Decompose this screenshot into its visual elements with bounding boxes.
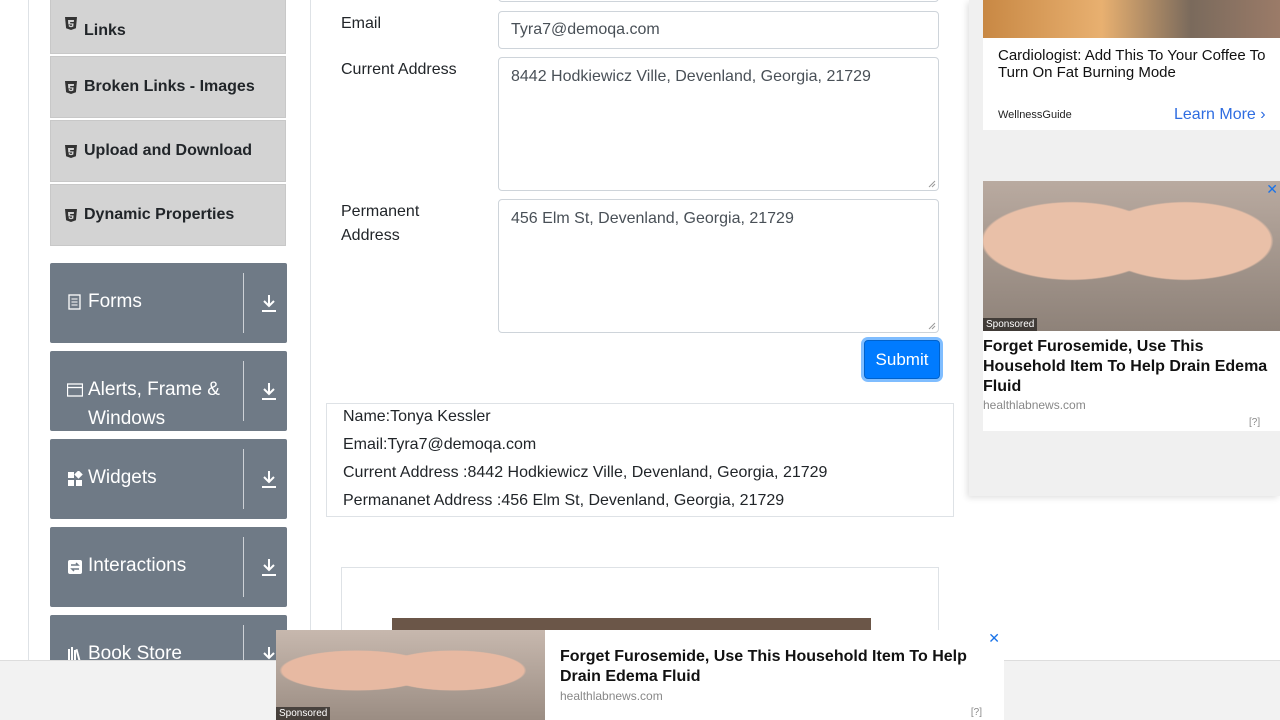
html5-icon — [65, 144, 77, 158]
current-address-label: Current Address — [341, 61, 457, 78]
current-address-value: 8442 Hodkiewicz Ville, Devenland, Georgi… — [511, 68, 871, 85]
output-email: Email:Tyra7@demoqa.com — [343, 436, 537, 453]
form-icon — [67, 294, 83, 310]
download-icon[interactable] — [260, 469, 278, 489]
html5-icon — [65, 208, 77, 222]
group-label: Widgets — [88, 467, 157, 488]
close-icon[interactable]: ✕ — [988, 630, 1000, 647]
divider — [243, 361, 244, 421]
group-interactions[interactable]: Interactions — [50, 527, 287, 607]
download-icon[interactable] — [260, 381, 278, 401]
close-icon[interactable]: ✕ — [1266, 181, 1278, 198]
download-icon[interactable] — [260, 557, 278, 577]
ad-image[interactable]: Sponsored ✕ — [983, 181, 1280, 331]
group-alerts-frame-windows[interactable]: Alerts, Frame & Windows — [50, 351, 287, 431]
group-widgets[interactable]: Widgets — [50, 439, 287, 519]
permanent-address-label-line2: Address — [341, 227, 400, 244]
submit-button[interactable]: Submit — [864, 340, 940, 379]
ad-image[interactable] — [983, 0, 1280, 38]
sponsored-tag: Sponsored — [276, 707, 331, 720]
menu-item-broken-links[interactable]: Broken Links - Images — [50, 56, 286, 118]
group-label: Interactions — [88, 555, 187, 576]
ad-source: healthlabnews.com — [983, 398, 1086, 412]
output-name: Name:Tonya Kessler — [343, 408, 491, 425]
interactions-icon — [67, 559, 83, 575]
ad-source: WellnessGuide — [998, 109, 1072, 121]
ad-help-link[interactable]: [?] — [971, 707, 982, 718]
ad-source: healthlabnews.com — [560, 689, 663, 703]
output-current-address: Current Address :8442 Hodkiewicz Ville, … — [343, 464, 828, 481]
widgets-icon — [67, 470, 83, 487]
ad-help-link[interactable]: [?] — [1249, 417, 1260, 428]
bottom-ad[interactable]: Sponsored Forget Furosemide, Use This Ho… — [276, 630, 1004, 720]
download-icon[interactable] — [260, 293, 278, 313]
html5-icon — [65, 80, 77, 94]
group-forms[interactable]: Forms — [50, 263, 287, 343]
divider — [243, 273, 244, 333]
group-label: Forms — [88, 291, 142, 312]
ad-title[interactable]: Forget Furosemide, Use This Household It… — [560, 647, 980, 687]
current-address-field[interactable]: 8442 Hodkiewicz Ville, Devenland, Georgi… — [498, 57, 939, 191]
name-field-edge[interactable] — [498, 0, 939, 2]
menu-item-links[interactable]: Links — [50, 0, 286, 54]
menu-item-label: Upload and Download — [84, 142, 252, 159]
ad-title[interactable]: Cardiologist: Add This To Your Coffee To… — [998, 47, 1273, 81]
divider — [243, 537, 244, 597]
email-label: Email — [341, 15, 382, 32]
ad-title[interactable]: Forget Furosemide, Use This Household It… — [983, 337, 1278, 397]
permanent-address-label: Permanent Address — [341, 200, 419, 248]
ad-card-top[interactable]: Cardiologist: Add This To Your Coffee To… — [983, 38, 1280, 130]
permanent-address-value: 456 Elm St, Devenland, Georgia, 21729 — [511, 210, 794, 227]
email-field[interactable] — [498, 11, 939, 49]
output-permanent-address: Permananet Address :456 Elm St, Devenlan… — [343, 492, 785, 509]
divider — [243, 449, 244, 509]
learn-more-link[interactable]: Learn More › — [1174, 106, 1266, 124]
menu-item-label: Dynamic Properties — [84, 206, 235, 223]
ad-image[interactable]: Sponsored — [276, 630, 545, 720]
menu-item-label: Links — [84, 22, 126, 39]
menu-item-upload-download[interactable]: Upload and Download — [50, 120, 286, 182]
learn-more-label: Learn More — [1174, 106, 1256, 123]
resize-handle-icon[interactable] — [928, 322, 936, 330]
window-icon — [66, 382, 84, 398]
html5-icon — [65, 16, 77, 30]
permanent-address-field[interactable]: 456 Elm St, Devenland, Georgia, 21729 — [498, 199, 939, 333]
menu-item-dynamic-properties[interactable]: Dynamic Properties — [50, 184, 286, 246]
menu-item-label: Broken Links - Images — [84, 78, 255, 95]
resize-handle-icon[interactable] — [928, 180, 936, 188]
group-label: Alerts, Frame & Windows — [88, 379, 220, 429]
output-panel: Name:Tonya Kessler Email:Tyra7@demoqa.co… — [326, 403, 954, 517]
chevron-right-icon: › — [1260, 106, 1266, 123]
sponsored-tag: Sponsored — [983, 318, 1038, 331]
permanent-address-label-line1: Permanent — [341, 203, 420, 220]
ad-card-side[interactable]: Forget Furosemide, Use This Household It… — [983, 331, 1280, 431]
